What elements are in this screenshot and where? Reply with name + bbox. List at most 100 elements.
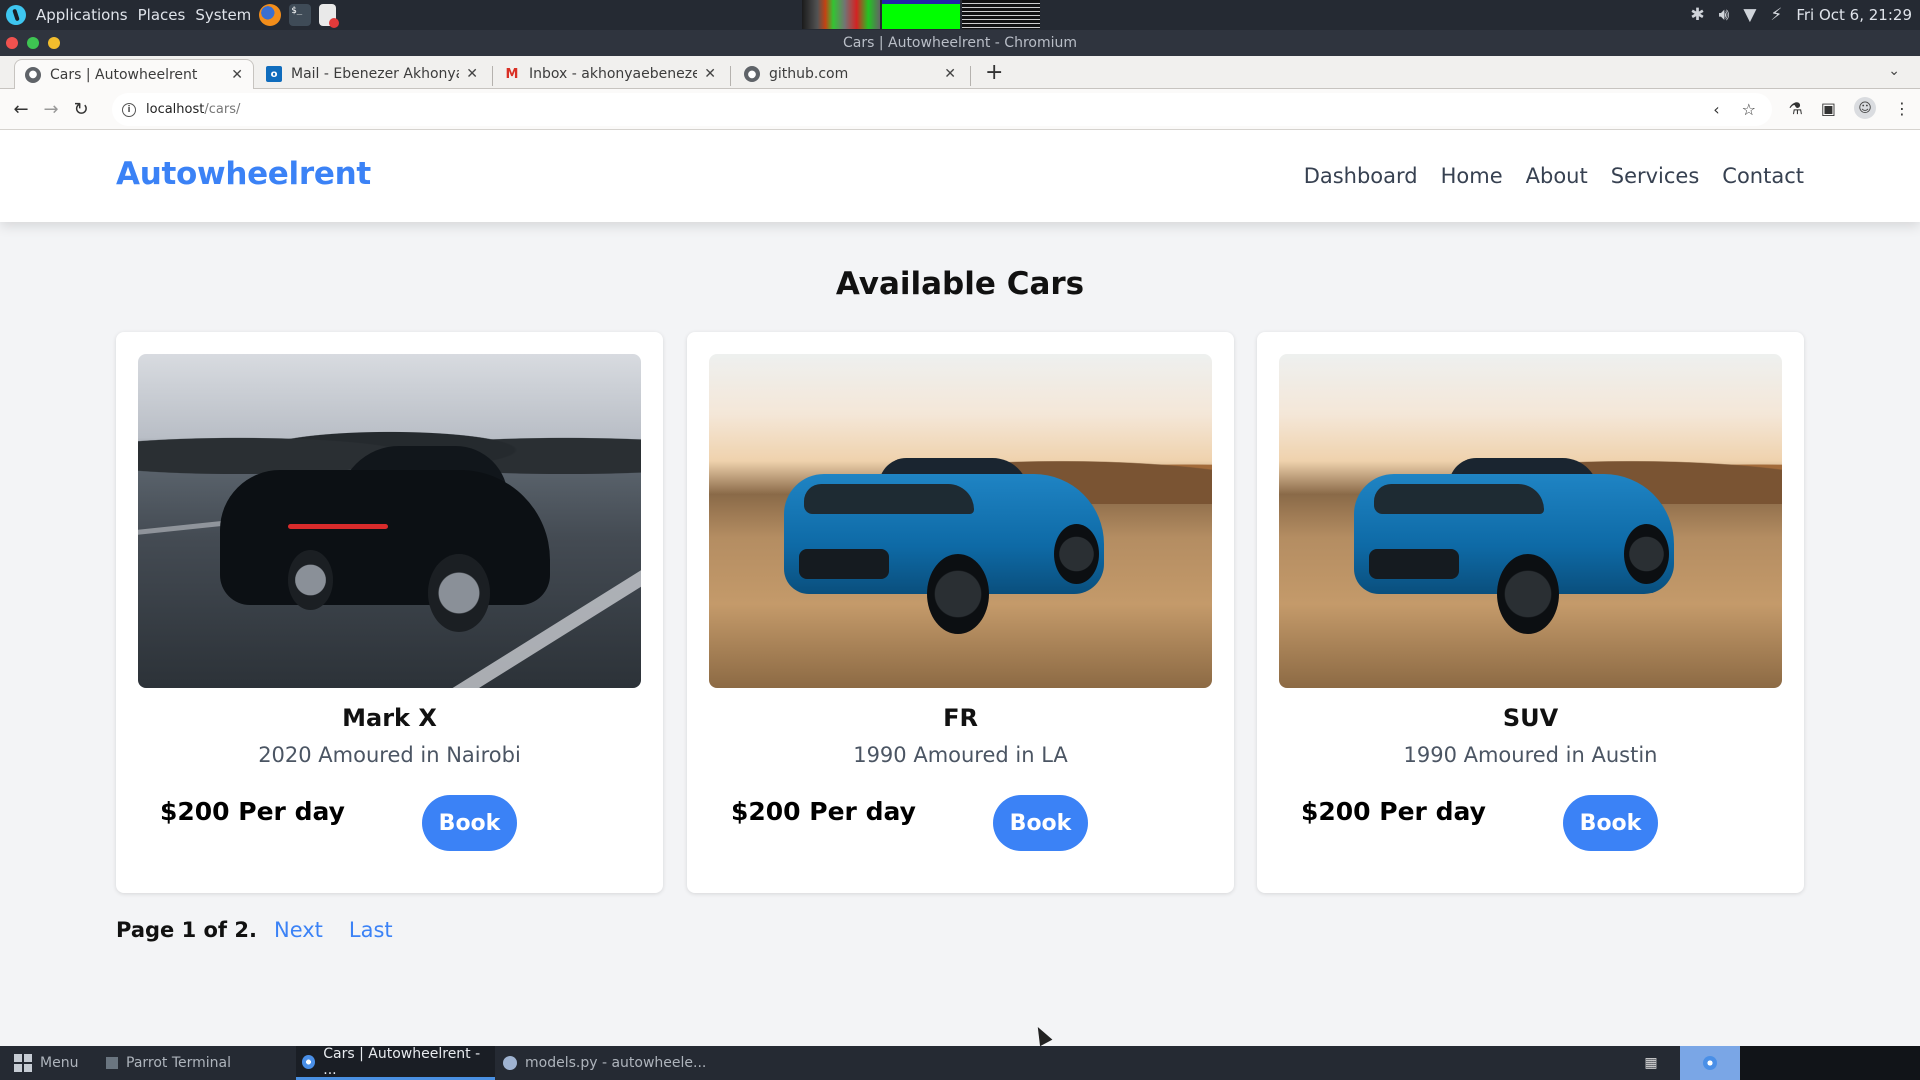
window-minimize-button[interactable] (48, 37, 60, 49)
tab-title: Mail - Ebenezer Akhonya (291, 66, 459, 82)
share-icon[interactable]: ‹ (1713, 100, 1719, 119)
new-tab-button[interactable]: + (985, 60, 1003, 85)
nav-contact[interactable]: Contact (1722, 164, 1804, 188)
browser-tab-strip: ● Cars | Autowheelrent ✕ o Mail - Ebenez… (0, 56, 1920, 89)
car-name: SUV (1502, 704, 1559, 732)
menu-system[interactable]: System (195, 6, 251, 24)
nav-about[interactable]: About (1526, 164, 1588, 188)
chromium-icon (1703, 1056, 1717, 1070)
terminal-launcher-icon[interactable]: $_ (289, 4, 312, 26)
menu-grid-icon (14, 1054, 32, 1072)
tab-search-chevron-icon[interactable]: ⌄ (1888, 63, 1900, 79)
close-tab-icon[interactable]: ✕ (704, 66, 716, 82)
forward-button[interactable]: → (36, 99, 66, 120)
window-title: Cars | Autowheelrent - Chromium (842, 35, 1078, 51)
site-nav: Dashboard Home About Services Contact (1304, 164, 1804, 188)
nav-dashboard[interactable]: Dashboard (1304, 164, 1418, 188)
car-photo (1279, 354, 1782, 688)
url-path: /cars/ (204, 102, 241, 117)
web-page: Autowheelrent Dashboard Home About Servi… (0, 130, 1920, 1046)
taskbar-item-chromium[interactable]: Cars | Autowheelrent - ... (296, 1046, 495, 1080)
car-description: 2020 Amoured in Nairobi (258, 743, 521, 767)
tab-separator (730, 66, 731, 86)
book-button[interactable]: Book (422, 795, 517, 851)
car-name: Mark X (342, 704, 437, 732)
taskbar-item-label: Cars | Autowheelrent - ... (323, 1045, 481, 1078)
browser-toolbar: ← → ↻ i localhost/cars/ ‹ ☆ ⚗ ▣ ☺ ⋮ (0, 89, 1920, 130)
system-monitor (802, 0, 1040, 29)
tab-title: Cars | Autowheelrent (50, 66, 198, 83)
book-button[interactable]: Book (993, 795, 1088, 851)
taskbar-item-terminal[interactable]: Parrot Terminal (100, 1046, 237, 1080)
os-top-panel: Applications Places System $_ ✱ 🔊︎ ▼ ⚡ F… (0, 0, 1920, 30)
outlook-icon: o (266, 66, 282, 82)
tab-mail[interactable]: o Mail - Ebenezer Akhonya ✕ (256, 59, 488, 89)
tab-github[interactable]: ● github.com ✕ (734, 59, 966, 89)
battery-icon[interactable]: ⚡ (1770, 5, 1782, 25)
site-info-icon[interactable]: i (122, 102, 136, 117)
bluetooth-icon[interactable]: ✱ (1690, 5, 1704, 25)
nav-services[interactable]: Services (1611, 164, 1700, 188)
tab-gmail-inbox[interactable]: M Inbox - akhonyaebenezer ✕ (494, 59, 726, 89)
close-tab-icon[interactable]: ✕ (944, 66, 956, 82)
workspace-1-button[interactable] (1680, 1046, 1740, 1080)
taskbar-item-label: Menu (40, 1055, 79, 1071)
car-photo (138, 354, 641, 688)
nav-home[interactable]: Home (1441, 164, 1503, 188)
taskbar-menu-button[interactable]: Menu (8, 1046, 84, 1080)
screenshot-tray-icon[interactable]: ▦ (1636, 1052, 1666, 1074)
reload-button[interactable]: ↻ (66, 99, 96, 120)
car-price: $200 Per day (1301, 797, 1486, 826)
car-description: 1990 Amoured in Austin (1403, 743, 1658, 767)
page-info: Page 1 of 2. (116, 918, 257, 942)
chromium-icon (302, 1054, 316, 1069)
side-panel-icon[interactable]: ▣ (1821, 99, 1836, 118)
parrot-logo-icon[interactable] (6, 5, 26, 25)
car-description: 1990 Amoured in LA (853, 743, 1068, 767)
pagination: Page 1 of 2. Next Last (116, 918, 393, 942)
editor-icon (503, 1056, 517, 1070)
close-tab-icon[interactable]: ✕ (231, 67, 243, 83)
taskbar-item-label: Parrot Terminal (126, 1055, 232, 1071)
car-card: Mark X 2020 Amoured in Nairobi $200 Per … (116, 332, 663, 893)
taskbar-item-label: models.py - autowheele... (525, 1055, 707, 1071)
car-card: SUV 1990 Amoured in Austin $200 Per day … (1257, 332, 1804, 893)
workspace-switcher[interactable] (1740, 1046, 1920, 1080)
terminal-icon (106, 1057, 118, 1069)
taskbar-item-editor[interactable]: models.py - autowheele... (497, 1046, 712, 1080)
gmail-icon: M (505, 66, 519, 82)
car-card: FR 1990 Amoured in LA $200 Per day Book (687, 332, 1234, 893)
globe-icon: ● (744, 66, 760, 82)
labs-flask-icon[interactable]: ⚗ (1789, 99, 1803, 118)
volume-icon[interactable]: 🔊︎ (1719, 5, 1730, 25)
profile-avatar-icon[interactable]: ☺ (1854, 97, 1876, 119)
next-page-link[interactable]: Next (274, 918, 323, 942)
back-button[interactable]: ← (6, 99, 36, 120)
menu-places[interactable]: Places (138, 6, 186, 24)
tab-title: Inbox - akhonyaebenezer (529, 66, 697, 82)
book-button[interactable]: Book (1563, 795, 1658, 851)
url-host: localhost (146, 102, 205, 117)
window-titlebar: Cars | Autowheelrent - Chromium (0, 30, 1920, 56)
site-header: Autowheelrent Dashboard Home About Servi… (0, 130, 1920, 222)
wifi-icon[interactable]: ▼ (1743, 5, 1756, 25)
tab-separator (970, 66, 971, 86)
network-graph (962, 0, 1040, 29)
last-page-link[interactable]: Last (349, 918, 393, 942)
cpu-graph (802, 0, 880, 29)
tab-cars-autowheelrent[interactable]: ● Cars | Autowheelrent ✕ (14, 59, 254, 89)
window-close-button[interactable] (6, 37, 18, 49)
tab-separator (492, 66, 493, 86)
clock[interactable]: Fri Oct 6, 21:29 (1796, 6, 1912, 24)
close-tab-icon[interactable]: ✕ (466, 66, 478, 82)
browser-menu-icon[interactable]: ⋮ (1894, 99, 1910, 118)
bookmark-star-icon[interactable]: ☆ (1742, 100, 1756, 119)
brand-logo-link[interactable]: Autowheelrent (116, 156, 371, 192)
globe-icon: ● (25, 66, 41, 83)
menu-applications[interactable]: Applications (36, 6, 128, 24)
text-editor-launcher-icon[interactable] (319, 4, 340, 28)
window-maximize-button[interactable] (27, 37, 39, 49)
address-bar[interactable]: i localhost/cars/ ‹ ☆ (112, 93, 1772, 126)
firefox-launcher-icon[interactable] (259, 4, 282, 26)
tab-title: github.com (769, 66, 849, 82)
